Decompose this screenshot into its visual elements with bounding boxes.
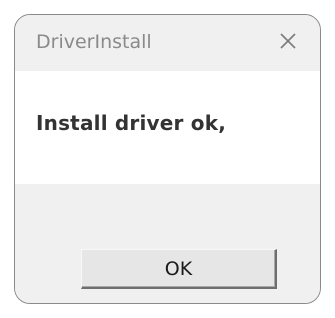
window-title: DriverInstall [36, 31, 152, 53]
dialog-footer: OK [15, 184, 320, 303]
ok-button[interactable]: OK [81, 249, 277, 289]
message-dialog: DriverInstall Install driver ok, OK [14, 14, 321, 304]
dialog-body: Install driver ok, [15, 71, 320, 184]
title-bar: DriverInstall [15, 15, 320, 71]
close-icon[interactable] [278, 31, 298, 51]
dialog-message: Install driver ok, [36, 111, 227, 135]
